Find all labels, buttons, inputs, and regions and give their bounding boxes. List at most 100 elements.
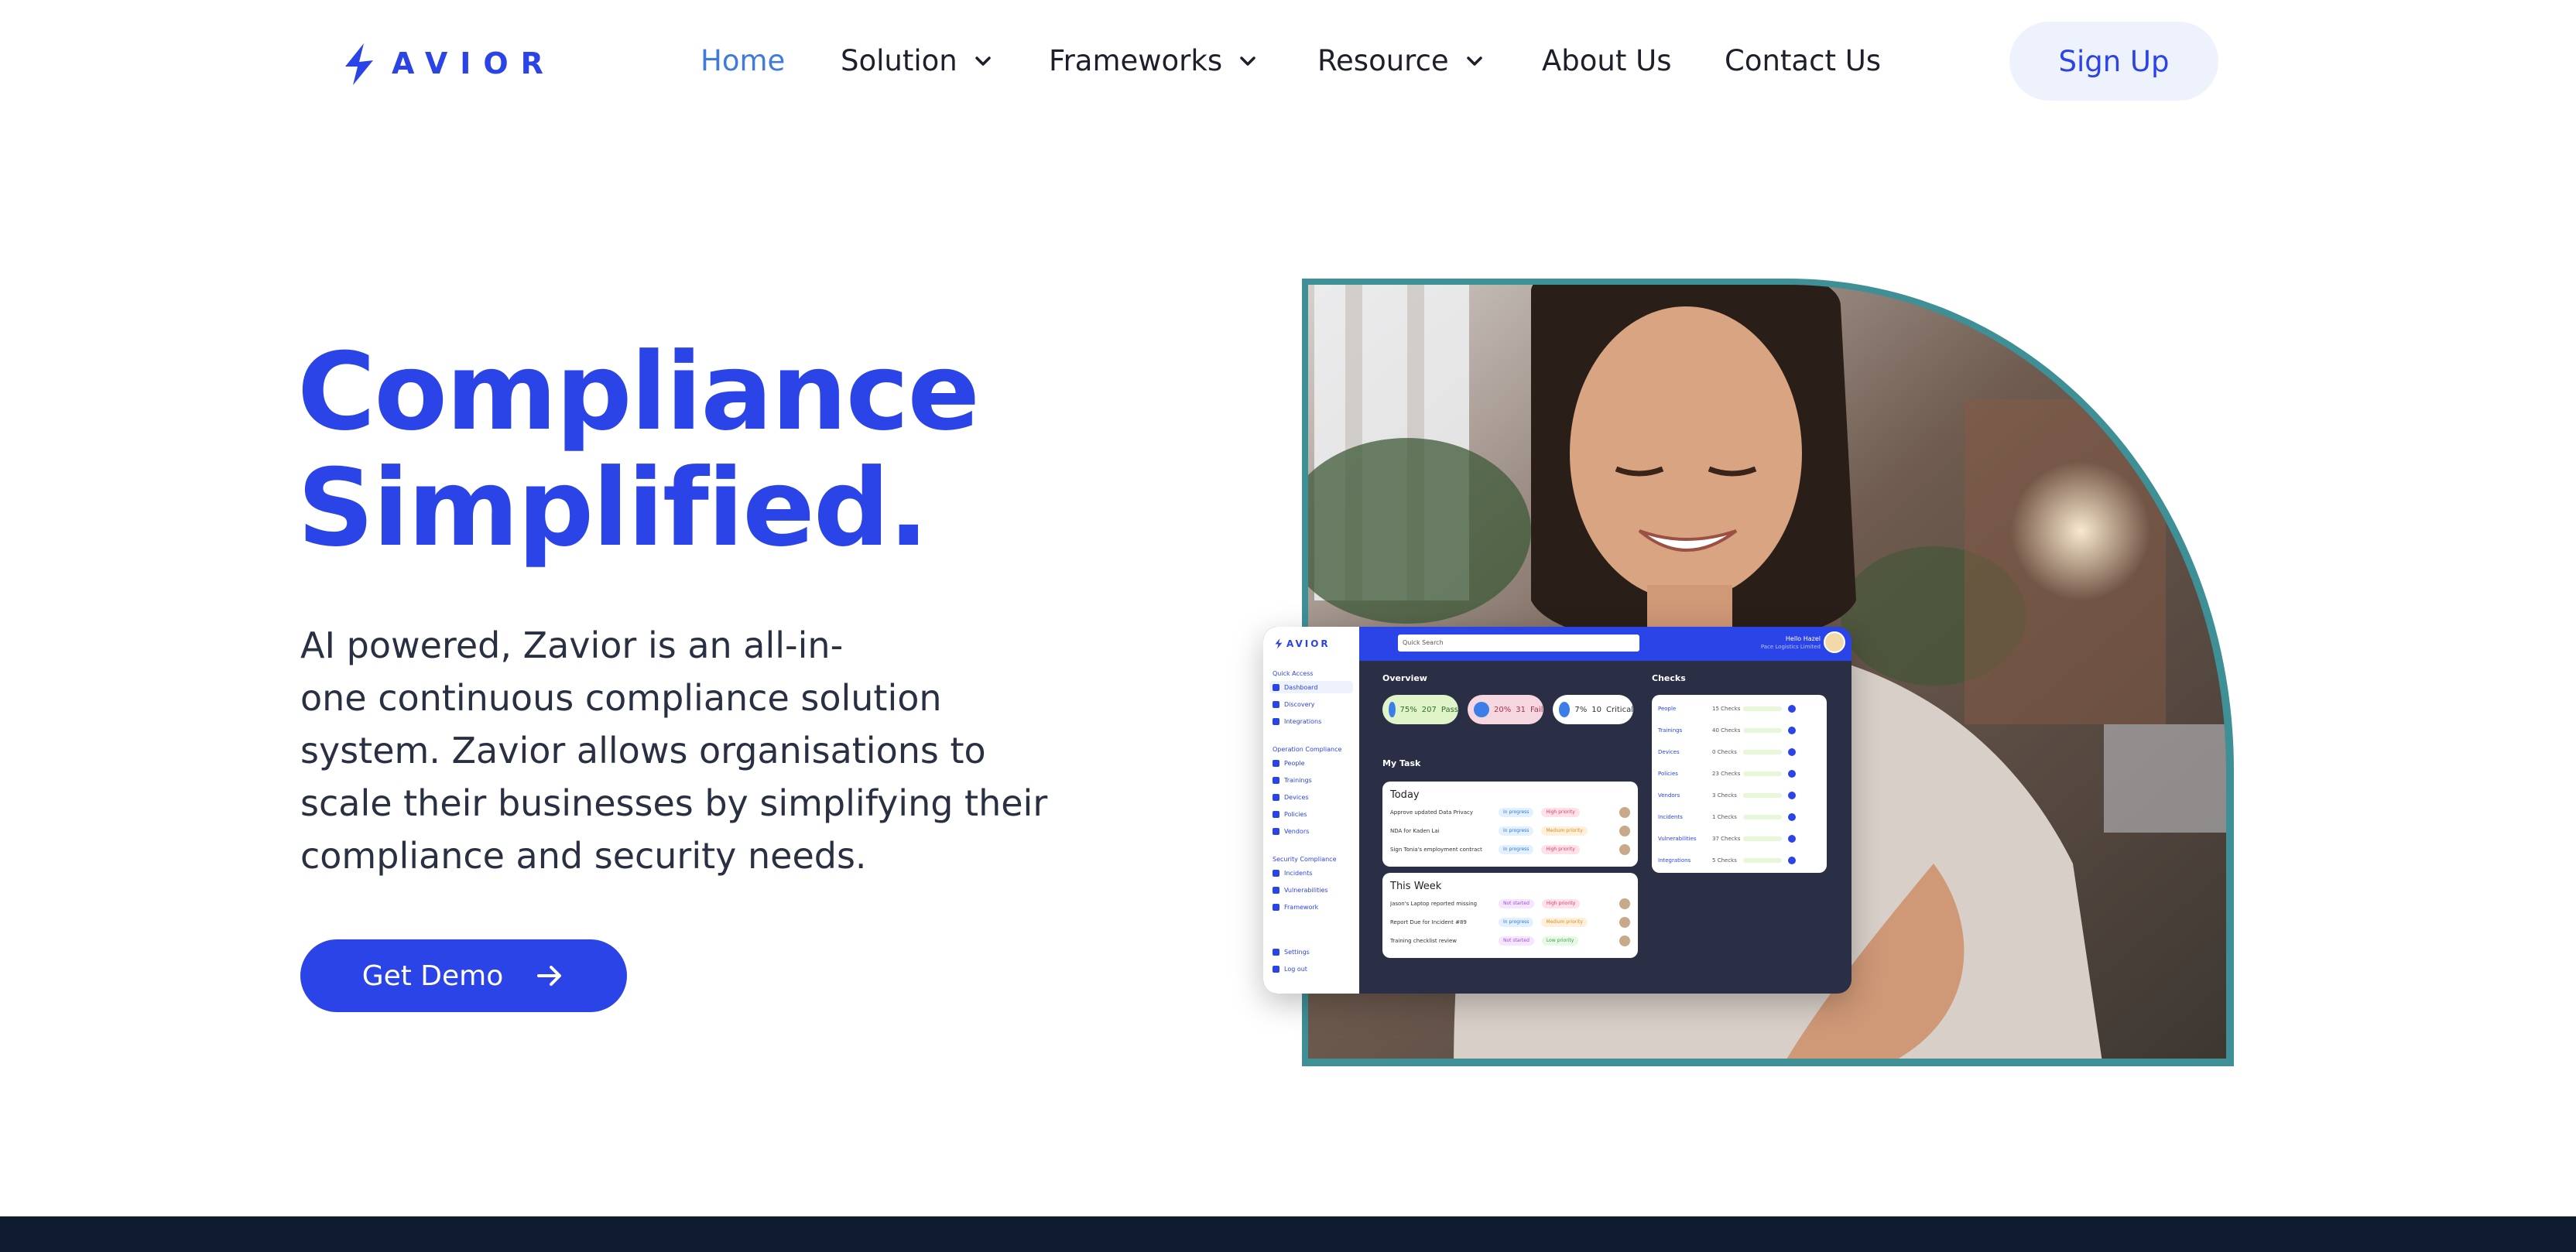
check-row[interactable]: Vendors 3 Checks	[1658, 788, 1821, 803]
headline-line-1: Compliance	[297, 330, 980, 454]
dashboard-sidebar: AVIOR Quick Access Dashboard Discovery I…	[1263, 627, 1359, 994]
avatar	[1619, 936, 1630, 946]
check-row[interactable]: Vulnerabilities 37 Checks	[1658, 831, 1821, 847]
chevron-right-icon[interactable]	[1788, 705, 1796, 713]
chevron-right-icon[interactable]	[1788, 748, 1796, 756]
critical-label: Critical	[1606, 705, 1633, 714]
nav-resource[interactable]: Resource	[1317, 42, 1485, 80]
check-count-unit: Checks	[1717, 814, 1737, 820]
footer-band	[0, 1216, 2576, 1252]
logo[interactable]: AVIOR	[341, 40, 556, 87]
check-row[interactable]: People 15 Checks	[1658, 701, 1821, 717]
quick-search-input[interactable]: Quick Search	[1398, 635, 1639, 652]
chevron-right-icon[interactable]	[1788, 792, 1796, 799]
check-row[interactable]: Policies 23 Checks	[1658, 766, 1821, 782]
check-bar	[1743, 836, 1782, 841]
task-row[interactable]: Jason's Laptop reported missing Not star…	[1390, 896, 1630, 912]
check-row[interactable]: Trainings 40 Checks	[1658, 723, 1821, 738]
chevron-right-icon[interactable]	[1788, 835, 1796, 843]
check-count: 0 Checks	[1712, 749, 1743, 755]
description-line: compliance and security needs.	[300, 835, 867, 877]
sidebar-item-label: People	[1284, 759, 1305, 767]
sidebar-item-dashboard[interactable]: Dashboard	[1269, 681, 1353, 693]
sidebar-item-label: Integrations	[1284, 717, 1322, 725]
check-name: People	[1658, 706, 1677, 712]
nav-about-us-label: About Us	[1542, 44, 1672, 77]
status-badge: In progress	[1499, 845, 1534, 854]
avatar	[1619, 898, 1630, 909]
user-company: Pace Logistics Limited	[1760, 644, 1821, 650]
chevron-right-icon[interactable]	[1788, 770, 1796, 778]
sidebar-item-devices[interactable]: Devices	[1273, 791, 1309, 803]
check-row[interactable]: Incidents 1 Checks	[1658, 809, 1821, 825]
sidebar-item-framework[interactable]: Framework	[1273, 901, 1318, 913]
critical-count: 10	[1591, 705, 1602, 714]
nav-about-us[interactable]: About Us	[1542, 42, 1672, 80]
chevron-right-icon[interactable]	[1788, 857, 1796, 864]
check-count-unit: Checks	[1717, 857, 1737, 864]
task-row[interactable]: Approve updated Data Privacy In progress…	[1390, 805, 1630, 820]
sidebar-item-logout[interactable]: Log out	[1273, 963, 1307, 975]
check-count-unit: Checks	[1721, 727, 1741, 734]
check-name: Policies	[1658, 771, 1678, 777]
description-line: system. Zavior allows organisations to	[300, 730, 986, 771]
today-heading: Today	[1390, 789, 1420, 801]
sidebar-item-discovery[interactable]: Discovery	[1273, 698, 1315, 710]
sidebar-item-label: Policies	[1284, 810, 1307, 818]
sidebar-item-vulnerabilities[interactable]: Vulnerabilities	[1273, 884, 1328, 896]
check-count-unit: Checks	[1721, 771, 1741, 777]
sidebar-item-vendors[interactable]: Vendors	[1273, 825, 1309, 837]
status-badge: In progress	[1499, 918, 1534, 927]
avatar	[1619, 807, 1630, 818]
task-row[interactable]: Training checklist review Not started Lo…	[1390, 933, 1630, 949]
dashboard-topbar: Quick Search Hello Hazel Pace Logistics …	[1359, 627, 1852, 661]
sidebar-item-policies[interactable]: Policies	[1273, 808, 1307, 820]
sidebar-heading: Operation Compliance	[1273, 746, 1342, 753]
check-count-unit: Checks	[1721, 706, 1741, 712]
hero-description: AI powered, Zavior is an all-in- one con…	[300, 619, 1082, 882]
check-count: 15 Checks	[1712, 706, 1743, 712]
sidebar-item-settings[interactable]: Settings	[1273, 946, 1310, 958]
sidebar-item-integrations[interactable]: Integrations	[1273, 715, 1321, 727]
nav-home-label: Home	[701, 44, 786, 77]
get-demo-button[interactable]: Get Demo	[300, 939, 627, 1012]
check-count-value: 23	[1712, 771, 1719, 777]
nav-frameworks[interactable]: Frameworks	[1049, 42, 1258, 80]
pass-pct: 75%	[1399, 705, 1417, 714]
sidebar-item-people[interactable]: People	[1273, 757, 1305, 769]
check-count-unit: Checks	[1717, 749, 1737, 755]
nav-home[interactable]: Home	[701, 42, 785, 80]
sign-up-button[interactable]: Sign Up	[2009, 22, 2218, 101]
chevron-right-icon[interactable]	[1788, 813, 1796, 821]
check-count: 3 Checks	[1712, 792, 1743, 799]
description-line: AI powered, Zavior is an all-in-	[300, 624, 844, 666]
nav-solution[interactable]: Solution	[841, 42, 993, 80]
integrations-icon	[1273, 717, 1279, 725]
check-count-value: 5	[1712, 857, 1716, 864]
check-row[interactable]: Devices 0 Checks	[1658, 744, 1821, 760]
task-row[interactable]: Report Due for Incident #89 In progress …	[1390, 915, 1630, 930]
discovery-icon	[1273, 700, 1279, 708]
check-count-value: 37	[1712, 836, 1719, 842]
chevron-down-icon	[975, 56, 991, 66]
task-name: Jason's Laptop reported missing	[1390, 901, 1478, 907]
check-count: 37 Checks	[1712, 836, 1743, 842]
sidebar-item-label: Dashboard	[1284, 683, 1318, 691]
check-count-value: 3	[1712, 792, 1716, 799]
task-row[interactable]: NDA for Kaden Lai In progress Medium pri…	[1390, 823, 1630, 839]
task-name: Approve updated Data Privacy	[1390, 809, 1473, 816]
status-badge: Not started	[1499, 899, 1534, 908]
check-row[interactable]: Integrations 5 Checks	[1658, 853, 1821, 868]
task-row[interactable]: Sign Tonia's employment contract In prog…	[1390, 842, 1630, 857]
logout-icon	[1273, 965, 1279, 973]
check-count-value: 0	[1712, 749, 1716, 755]
zavior-bolt-icon	[345, 43, 373, 85]
nav-contact-us[interactable]: Contact Us	[1725, 42, 1881, 80]
description-line: scale their businesses by simplifying th…	[300, 782, 1048, 824]
check-count-unit: Checks	[1717, 792, 1737, 799]
avatar	[1619, 844, 1630, 855]
sidebar-item-incidents[interactable]: Incidents	[1273, 867, 1312, 879]
sidebar-item-trainings[interactable]: Trainings	[1273, 774, 1312, 786]
avatar[interactable]	[1824, 631, 1845, 653]
chevron-right-icon[interactable]	[1788, 727, 1796, 734]
